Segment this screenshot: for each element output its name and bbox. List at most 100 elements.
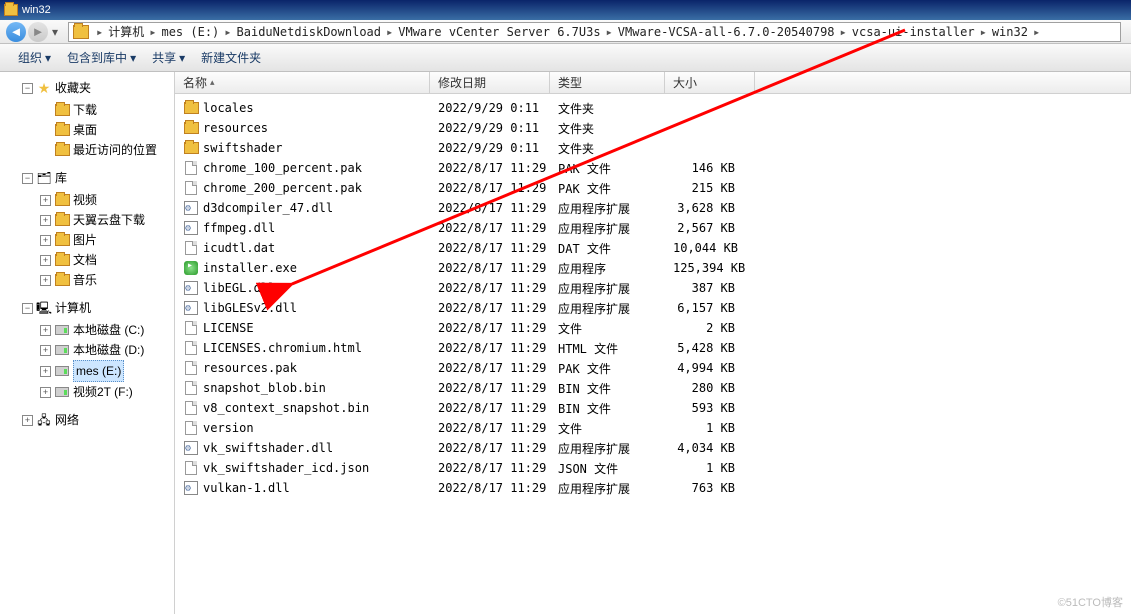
folder-icon [184, 102, 199, 114]
breadcrumb-segment[interactable]: mes (E:) [159, 25, 221, 39]
star-icon: ★ [36, 80, 52, 96]
file-icon [185, 241, 197, 255]
item-icon [54, 212, 70, 228]
file-row[interactable]: resources2022/9/29 0:11文件夹 [175, 118, 1131, 138]
chevron-right-icon[interactable]: ▸ [93, 25, 106, 39]
item-icon [54, 322, 70, 338]
file-row[interactable]: v8_context_snapshot.bin2022/8/17 11:29BI… [175, 398, 1131, 418]
file-row[interactable]: vk_swiftshader.dll2022/8/17 11:29应用程序扩展4… [175, 438, 1131, 458]
folder-icon [4, 4, 18, 16]
file-row[interactable]: swiftshader2022/9/29 0:11文件夹 [175, 138, 1131, 158]
file-row[interactable]: ffmpeg.dll2022/8/17 11:29应用程序扩展2,567 KB [175, 218, 1131, 238]
forward-button[interactable]: ► [28, 22, 48, 42]
chevron-right-icon[interactable]: ▸ [146, 25, 159, 39]
chevron-right-icon[interactable]: ▸ [383, 25, 396, 39]
file-row[interactable]: locales2022/9/29 0:11文件夹 [175, 98, 1131, 118]
chevron-right-icon[interactable]: ▸ [603, 25, 616, 39]
file-row[interactable]: version2022/8/17 11:29文件1 KB [175, 418, 1131, 438]
tree-item[interactable]: +视频2T (F:) [40, 382, 170, 402]
file-row[interactable]: icudtl.dat2022/8/17 11:29DAT 文件10,044 KB [175, 238, 1131, 258]
item-icon [54, 232, 70, 248]
tree-item[interactable]: +视频 [40, 190, 170, 210]
item-icon [54, 102, 70, 118]
column-date[interactable]: 修改日期 [430, 72, 550, 93]
file-size: 280 KB [665, 381, 755, 395]
tree-item[interactable]: 最近访问的位置 [40, 140, 170, 160]
tree-item[interactable]: +音乐 [40, 270, 170, 290]
file-row[interactable]: chrome_200_percent.pak2022/8/17 11:29PAK… [175, 178, 1131, 198]
tree-item[interactable]: +天翼云盘下载 [40, 210, 170, 230]
breadcrumb-segment[interactable]: BaiduNetdiskDownload [235, 25, 384, 39]
file-date: 2022/9/29 0:11 [430, 101, 550, 115]
chevron-right-icon[interactable]: ▸ [837, 25, 850, 39]
chevron-right-icon[interactable]: ▸ [1030, 25, 1043, 39]
column-name[interactable]: 名称▴ [175, 72, 430, 93]
tree-item[interactable]: +本地磁盘 (D:) [40, 340, 170, 360]
breadcrumb-segment[interactable]: win32 [990, 25, 1030, 39]
file-row[interactable]: LICENSE2022/8/17 11:29文件2 KB [175, 318, 1131, 338]
organize-button[interactable]: 组织 ▾ [10, 44, 59, 71]
file-row[interactable]: libGLESv2.dll2022/8/17 11:29应用程序扩展6,157 … [175, 298, 1131, 318]
tree-computer[interactable]: 计算机 [55, 298, 91, 318]
column-type[interactable]: 类型 [550, 72, 665, 93]
file-row[interactable]: vulkan-1.dll2022/8/17 11:29应用程序扩展763 KB [175, 478, 1131, 498]
tree-item[interactable]: +图片 [40, 230, 170, 250]
history-dropdown[interactable]: ▾ [50, 25, 60, 39]
file-row[interactable]: vk_swiftshader_icd.json2022/8/17 11:29JS… [175, 458, 1131, 478]
file-size: 4,994 KB [665, 361, 755, 375]
chevron-down-icon: ▾ [179, 51, 185, 65]
file-name: vulkan-1.dll [203, 481, 290, 495]
tree-network[interactable]: 网络 [55, 410, 79, 430]
file-size: 1 KB [665, 421, 755, 435]
chevron-right-icon[interactable]: ▸ [977, 25, 990, 39]
item-icon [54, 252, 70, 268]
file-list-pane: 名称▴ 修改日期 类型 大小 locales2022/9/29 0:11文件夹r… [175, 72, 1131, 614]
tree-item[interactable]: 下载 [40, 100, 170, 120]
file-icon [185, 401, 197, 415]
breadcrumb-segment[interactable]: VMware-VCSA-all-6.7.0-20540798 [616, 25, 837, 39]
include-library-button[interactable]: 包含到库中 ▾ [59, 44, 144, 71]
file-size: 10,044 KB [665, 241, 755, 255]
tree-item[interactable]: +本地磁盘 (C:) [40, 320, 170, 340]
file-row[interactable]: LICENSES.chromium.html2022/8/17 11:29HTM… [175, 338, 1131, 358]
address-bar[interactable]: ▸ 计算机▸mes (E:)▸BaiduNetdiskDownload▸VMwa… [68, 22, 1121, 42]
file-size: 3,628 KB [665, 201, 755, 215]
file-icon [185, 181, 197, 195]
file-icon [185, 381, 197, 395]
file-rows[interactable]: locales2022/9/29 0:11文件夹resources2022/9/… [175, 94, 1131, 614]
file-row[interactable]: d3dcompiler_47.dll2022/8/17 11:29应用程序扩展3… [175, 198, 1131, 218]
file-type: HTML 文件 [550, 340, 665, 357]
file-row[interactable]: chrome_100_percent.pak2022/8/17 11:29PAK… [175, 158, 1131, 178]
file-row[interactable]: snapshot_blob.bin2022/8/17 11:29BIN 文件28… [175, 378, 1131, 398]
file-row[interactable]: resources.pak2022/8/17 11:29PAK 文件4,994 … [175, 358, 1131, 378]
tree-item[interactable]: 桌面 [40, 120, 170, 140]
breadcrumb-segment[interactable]: VMware vCenter Server 6.7U3s [396, 25, 602, 39]
back-button[interactable]: ◄ [6, 22, 26, 42]
file-name: version [203, 421, 254, 435]
chevron-down-icon: ▾ [130, 51, 136, 65]
file-type: 文件 [550, 420, 665, 437]
tree-favorites[interactable]: 收藏夹 [55, 78, 91, 98]
item-icon [54, 272, 70, 288]
file-size: 2 KB [665, 321, 755, 335]
breadcrumb-segment[interactable]: vcsa-ui-installer [850, 25, 977, 39]
new-folder-button[interactable]: 新建文件夹 [193, 44, 269, 71]
share-button[interactable]: 共享 ▾ [144, 44, 193, 71]
tree-libraries[interactable]: 库 [55, 168, 67, 188]
file-icon [185, 161, 197, 175]
file-date: 2022/8/17 11:29 [430, 441, 550, 455]
toolbar: 组织 ▾ 包含到库中 ▾ 共享 ▾ 新建文件夹 [0, 44, 1131, 72]
file-type: 文件夹 [550, 140, 665, 157]
chevron-right-icon[interactable]: ▸ [221, 25, 234, 39]
file-size: 387 KB [665, 281, 755, 295]
file-name: snapshot_blob.bin [203, 381, 326, 395]
tree-item[interactable]: +文档 [40, 250, 170, 270]
tree-item[interactable]: +mes (E:) [40, 360, 170, 382]
file-row[interactable]: installer.exe2022/8/17 11:29应用程序125,394 … [175, 258, 1131, 278]
item-icon [54, 384, 70, 400]
breadcrumb-segment[interactable]: 计算机 [106, 25, 146, 39]
file-row[interactable]: libEGL.dll2022/8/17 11:29应用程序扩展387 KB [175, 278, 1131, 298]
item-icon [54, 122, 70, 138]
column-size[interactable]: 大小 [665, 72, 755, 93]
file-name: ffmpeg.dll [203, 221, 275, 235]
